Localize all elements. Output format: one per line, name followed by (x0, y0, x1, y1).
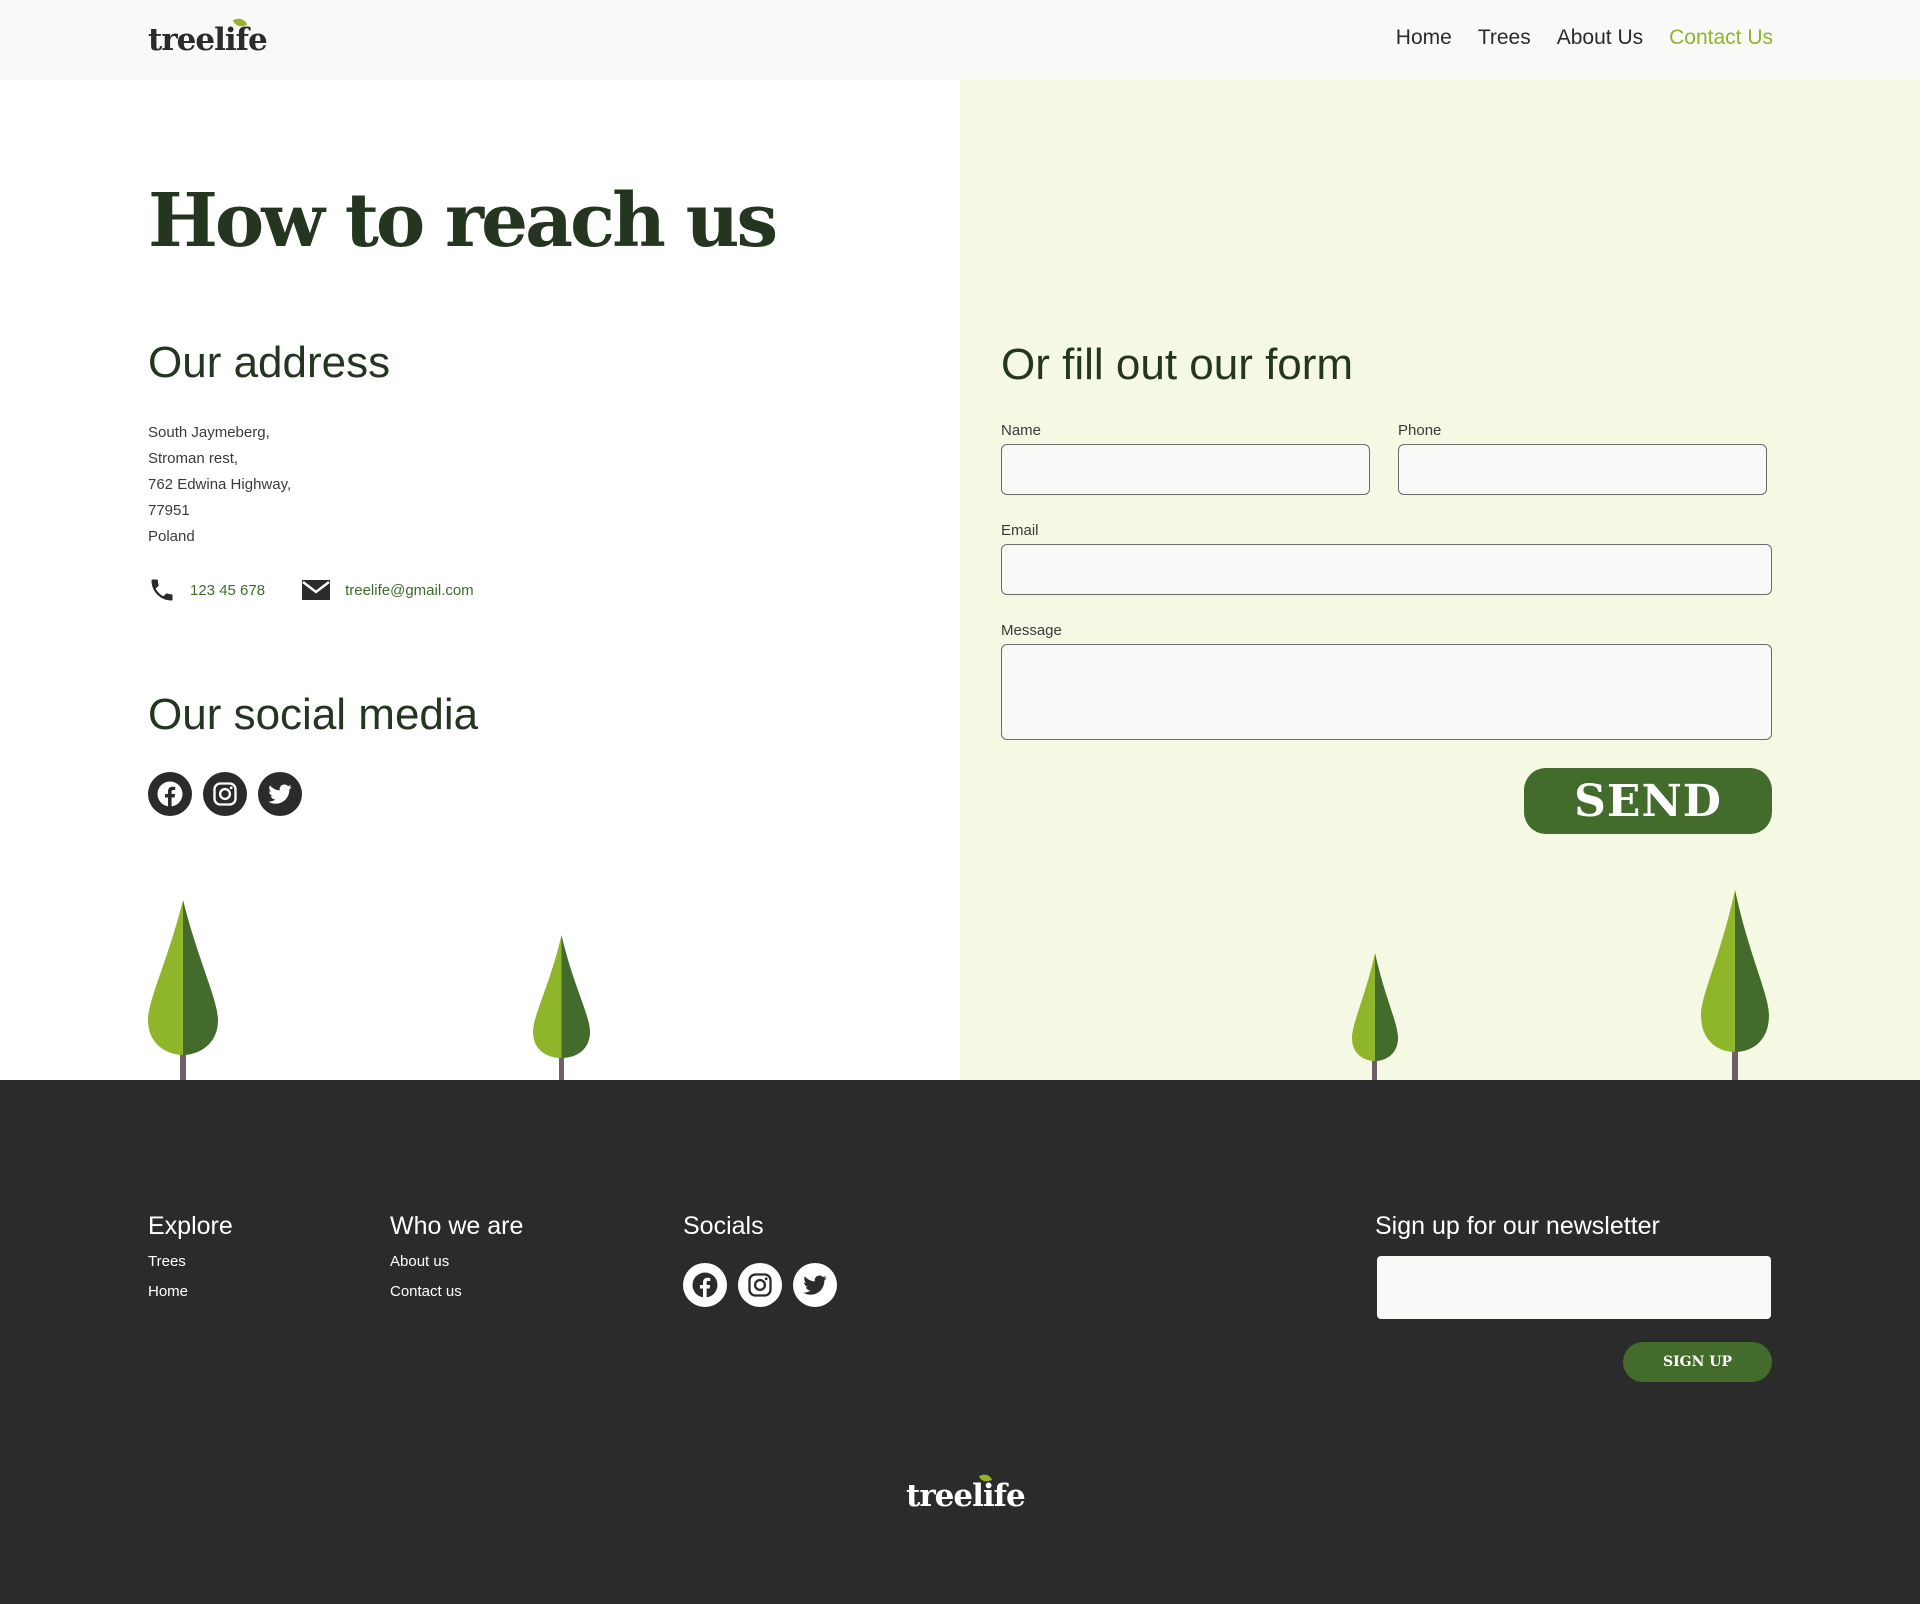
tree-icon (533, 935, 590, 1080)
address-line: South Jaymeberg, (148, 424, 270, 441)
site-header: treelife Home Trees About Us Contact Us (0, 0, 1920, 80)
form-heading: Or fill out our form (1001, 340, 1354, 389)
social-heading: Our social media (148, 690, 479, 739)
site-footer (0, 1080, 1920, 1604)
footer-explore-heading: Explore (148, 1212, 233, 1240)
phone-label: Phone (1398, 422, 1442, 439)
name-label: Name (1001, 422, 1042, 439)
footer-who-heading: Who we are (390, 1212, 524, 1240)
phone-number: 123 45 678 (190, 581, 266, 599)
address-line: Poland (148, 528, 195, 545)
facebook-icon[interactable] (683, 1263, 727, 1307)
phone-icon (151, 579, 173, 601)
send-button[interactable]: SEND (1524, 768, 1772, 834)
tree-icon (1701, 890, 1769, 1080)
footer-link-contact[interactable]: Contact us (390, 1283, 462, 1300)
footer-socials-heading: Socials (683, 1212, 764, 1240)
signup-button[interactable]: SIGN UP (1623, 1342, 1772, 1382)
mail-icon (302, 580, 331, 600)
tree-icon (1352, 953, 1398, 1080)
nav-home[interactable]: Home (1396, 26, 1452, 50)
main-nav: Home Trees About Us Contact Us (1370, 26, 1773, 50)
nav-trees[interactable]: Trees (1478, 26, 1531, 50)
logo[interactable]: treelife (148, 16, 268, 58)
newsletter-email-input[interactable] (1377, 1256, 1771, 1319)
footer-logo[interactable]: treelife (906, 1472, 1026, 1514)
nav-about-us[interactable]: About Us (1557, 26, 1643, 50)
nav-contact-us[interactable]: Contact Us (1669, 26, 1773, 50)
email-input[interactable] (1001, 544, 1772, 595)
page-title: How to reach us (148, 178, 778, 264)
email-contact[interactable]: treelife@gmail.com (301, 578, 474, 602)
email-label: Email (1001, 522, 1039, 539)
address-line: 762 Edwina Highway, (148, 476, 292, 493)
message-textarea[interactable] (1001, 644, 1772, 740)
tree-icon (148, 900, 218, 1080)
address-heading: Our address (148, 338, 391, 387)
phone-contact[interactable]: 123 45 678 (148, 576, 265, 604)
footer-link-trees[interactable]: Trees (148, 1253, 186, 1270)
footer-social-links (683, 1263, 837, 1307)
address-block: South Jaymeberg, Stroman rest, 762 Edwin… (148, 420, 291, 550)
name-input[interactable] (1001, 444, 1370, 495)
instagram-icon[interactable] (203, 772, 247, 816)
facebook-icon[interactable] (148, 772, 192, 816)
twitter-icon[interactable] (258, 772, 302, 816)
footer-link-home[interactable]: Home (148, 1283, 188, 1300)
phone-input[interactable] (1398, 444, 1767, 495)
instagram-icon[interactable] (738, 1263, 782, 1307)
social-links (148, 772, 302, 816)
email-address: treelife@gmail.com (345, 581, 474, 599)
footer-link-about[interactable]: About us (390, 1253, 449, 1270)
address-line: Stroman rest, (148, 450, 239, 467)
contact-details: 123 45 678 treelife@gmail.com (148, 576, 510, 604)
address-line: 77951 (148, 502, 190, 519)
twitter-icon[interactable] (793, 1263, 837, 1307)
message-label: Message (1001, 622, 1062, 639)
newsletter-heading: Sign up for our newsletter (1375, 1212, 1660, 1240)
